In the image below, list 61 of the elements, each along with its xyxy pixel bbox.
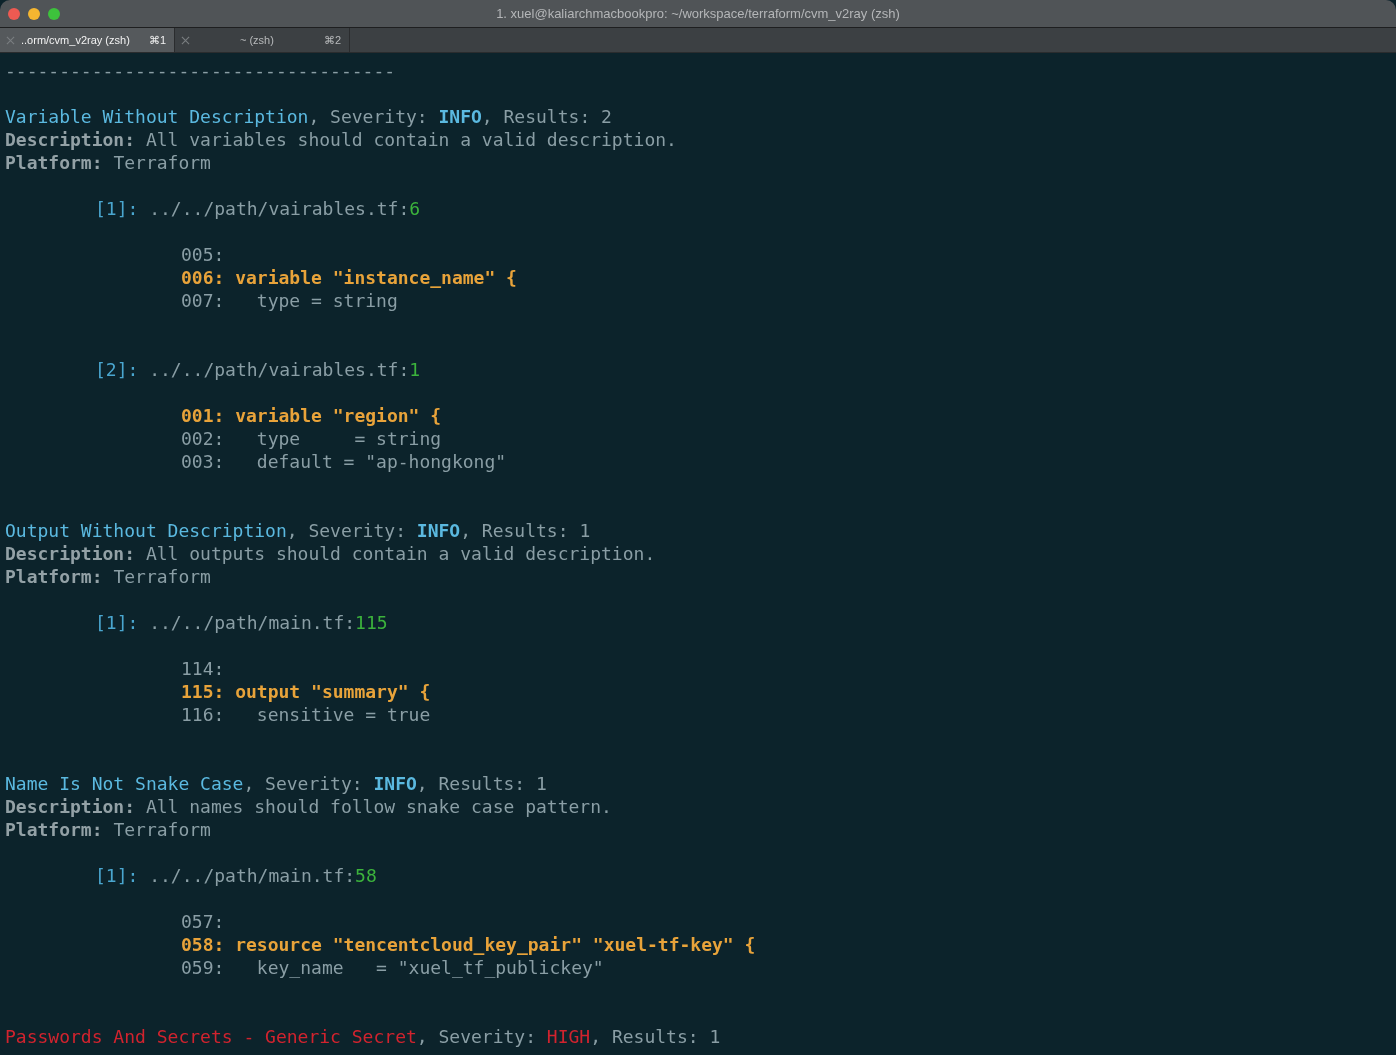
highlighted-code-line: 058: resource "tencentcloud_key_pair" "xuel-tf-key" { [181,934,756,955]
terminal-text: ../../path/vairables.tf: [148,359,410,380]
terminal-text: All outputs should contain a valid description. [144,543,656,564]
field-label: Description: [5,543,136,564]
field-label: Description: [5,129,136,150]
highlighted-code-line: 001: variable "region" { [181,405,442,426]
terminal-text: , Results: 2 [481,106,612,127]
close-icon[interactable] [8,7,20,20]
terminal-text: 002: type = string [181,428,442,449]
result-index: [1]: [95,865,139,886]
terminal-text: 059: key_name = "xuel_tf_publickey" [181,957,604,978]
highlighted-code-line: 006: variable "instance_name" { [181,267,517,288]
field-label: Platform: [5,152,103,173]
field-label: Platform: [5,819,103,840]
terminal-text: , Severity: [308,106,429,127]
check-title: Name Is Not Snake Case [5,773,244,794]
terminal-text: 116: sensitive = true [181,704,431,725]
terminal-text: All names should follow snake case pattern. [144,796,612,817]
severity-value: INFO [373,773,417,794]
window-title: 1. xuel@kaliarchmacbookpro: ~/workspace/terraform/cvm_v2ray (zsh) [496,6,900,21]
terminal-text: Terraform [112,152,211,173]
check-title: Output Without Description [5,520,287,541]
terminal-text: , Results: 1 [590,1026,721,1047]
field-label: Platform: [5,566,103,587]
alert-text: Passwords And Secrets - Generic Secret [5,1026,417,1047]
severity-value: INFO [416,520,461,541]
terminal-text: ../../path/main.tf: [148,612,356,633]
terminal-text: , Results: 1 [416,773,547,794]
terminal-text: All variables should contain a valid description. [144,129,677,150]
highlighted-code-line: 115: output "summary" { [181,681,431,702]
line-number: 1 [409,359,421,380]
terminal-text: , Results: 1 [460,520,591,541]
terminal-text: 057: [181,911,225,932]
tab[interactable]: ~ (zsh) ⌘2 [175,28,350,52]
line-number: 58 [355,865,377,886]
close-icon[interactable] [181,35,190,45]
result-index: [1]: [95,612,139,633]
check-title: Variable Without Description [5,106,309,127]
terminal-text: 003: default = "ap-hongkong" [181,451,507,472]
close-icon[interactable] [6,35,15,45]
terminal-text: 007: type = string [181,290,398,311]
terminal-text: 114: [181,658,225,679]
terminal-text: ------------------------------------ [5,60,396,81]
result-index: [1]: [95,198,139,219]
terminal-text: Terraform [112,566,211,587]
maximize-icon[interactable] [48,7,60,20]
terminal-text: , Severity: [243,773,364,794]
terminal-text: , Severity: [286,520,407,541]
field-label: Description: [5,796,136,817]
terminal-text: , Severity: [416,1026,538,1047]
severity-value: INFO [438,106,482,127]
terminal-text: Terraform [112,819,211,840]
terminal-text: 005: [181,244,225,265]
line-number: 115 [355,612,388,633]
minimize-icon[interactable] [28,7,40,20]
alert-text: HIGH [546,1026,591,1047]
line-number: 6 [409,198,421,219]
tab[interactable]: ..orm/cvm_v2ray (zsh) ⌘1 [0,28,175,52]
terminal-text: ../../path/main.tf: [148,865,356,886]
result-index: [2]: [95,359,139,380]
terminal-text: ../../path/vairables.tf: [148,198,410,219]
